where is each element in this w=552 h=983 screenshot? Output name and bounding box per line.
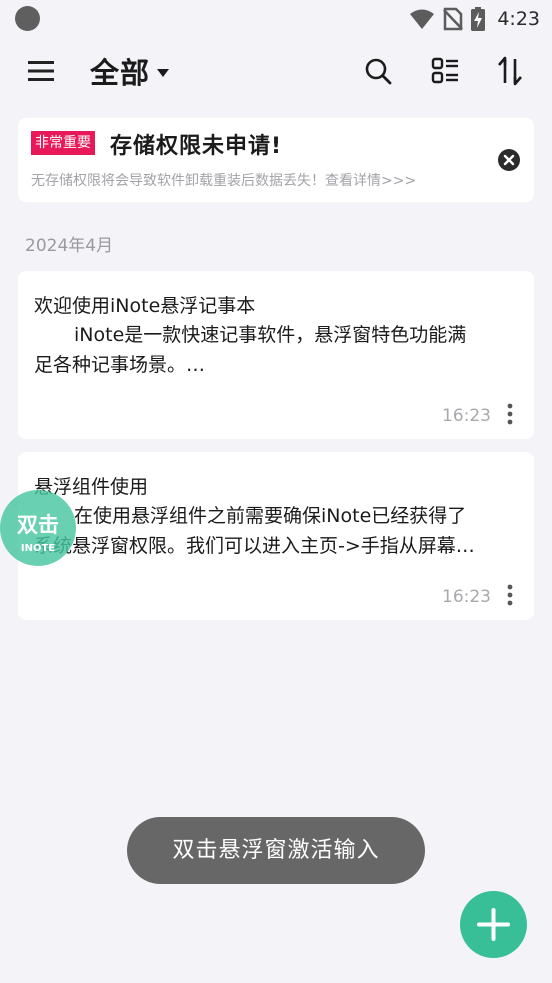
battery-charging-icon (471, 7, 486, 31)
note-body-line: 足各种记事场景。… (34, 354, 206, 376)
more-options-icon[interactable] (502, 401, 518, 427)
floating-note-bubble[interactable]: 双击 INOTE (0, 490, 76, 566)
page-title: 全部 (90, 56, 151, 90)
no-sim-icon (443, 7, 464, 31)
note-time: 16:23 (442, 587, 491, 607)
note-title: 欢迎使用iNote悬浮记事本 (34, 295, 256, 317)
top-bar: 全部 (0, 45, 552, 97)
bubble-sublabel: INOTE (20, 543, 56, 554)
warning-subtitle[interactable]: 无存储权限将会导致软件卸载重装后数据丢失！查看详情>>> (31, 170, 416, 190)
status-bar: 4:23 (0, 0, 552, 40)
note-body-line: 系统悬浮窗权限。我们可以进入主页->手指从屏幕… (34, 535, 475, 557)
list-view-icon[interactable] (429, 55, 461, 87)
toast-message: 双击悬浮窗激活输入 (127, 817, 425, 884)
note-time: 16:23 (442, 406, 491, 426)
plus-icon (477, 908, 510, 941)
category-dropdown[interactable]: 全部 (90, 49, 170, 93)
note-body-line: iNote是一款快速记事软件，悬浮窗特色功能满 (74, 324, 467, 346)
status-icons: 4:23 (409, 6, 540, 32)
close-icon[interactable] (498, 149, 520, 171)
month-section-label: 2024年4月 (25, 236, 114, 256)
note-card[interactable]: 欢迎使用iNote悬浮记事本 iNote是一款快速记事软件，悬浮窗特色功能满 足… (18, 271, 534, 439)
more-options-icon[interactable] (502, 582, 518, 608)
sort-icon[interactable] (494, 55, 526, 87)
storage-permission-warning[interactable]: 非常重要 存储权限未申请! 无存储权限将会导致软件卸载重装后数据丢失！查看详情>… (18, 118, 534, 202)
warning-title: 存储权限未申请! (110, 134, 283, 159)
app-screen: 4:23 全部 非常重要 存储权限未申请! 无存储权限将会导致软件卸载重装后数据… (0, 0, 552, 983)
note-card[interactable]: 悬浮组件使用 在使用悬浮组件之前需要确保iNote已经获得了 系统悬浮窗权限。我… (18, 452, 534, 620)
wifi-icon (410, 9, 435, 29)
bubble-label: 双击 (17, 513, 59, 537)
note-body-line: 在使用悬浮组件之前需要确保iNote已经获得了 (74, 505, 467, 527)
importance-badge: 非常重要 (31, 131, 95, 155)
notification-dot-icon (15, 6, 40, 31)
search-icon[interactable] (362, 55, 394, 87)
add-note-button[interactable] (460, 891, 527, 958)
note-body: 在使用悬浮组件之前需要确保iNote已经获得了 系统悬浮窗权限。我们可以进入主页… (34, 501, 518, 561)
note-body: iNote是一款快速记事软件，悬浮窗特色功能满 足各种记事场景。… (34, 320, 518, 380)
status-time: 4:23 (497, 8, 540, 30)
caret-down-icon (157, 69, 170, 77)
menu-icon[interactable] (26, 57, 56, 85)
